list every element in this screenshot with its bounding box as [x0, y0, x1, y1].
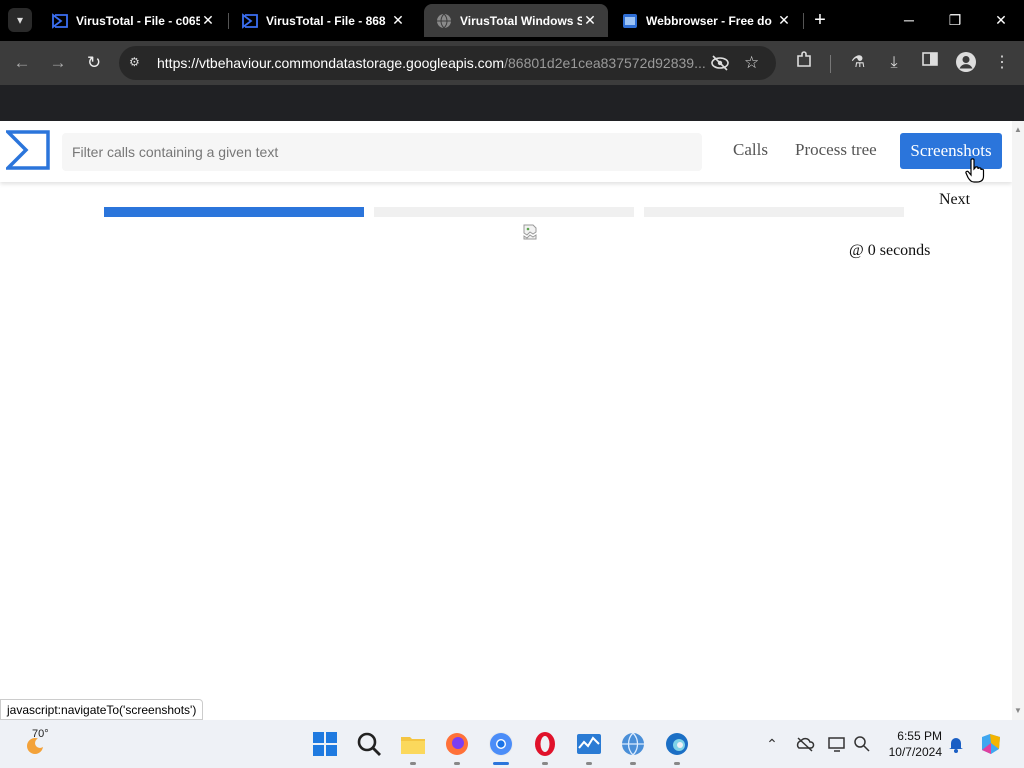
display-icon[interactable]	[827, 734, 847, 754]
globe-icon	[437, 13, 451, 28]
clock-date: 10/7/2024	[888, 745, 942, 759]
onedrive-offline-icon[interactable]	[795, 734, 815, 754]
site-settings-icon[interactable]: ⚙	[129, 55, 145, 71]
tab-close-icon[interactable]: ✕	[776, 12, 792, 29]
firefox-icon[interactable]	[443, 730, 471, 758]
webbrowser-favicon	[623, 13, 637, 28]
tab-close-icon[interactable]: ✕	[582, 12, 598, 29]
virustotal-icon	[242, 12, 258, 29]
tab-title: VirusTotal - File - 868	[266, 13, 386, 28]
nav-process-tree[interactable]: Process tree	[795, 140, 877, 160]
screenshot-timestamp: @ 0 seconds	[849, 242, 931, 259]
broken-image-icon	[523, 224, 537, 240]
windows-start-icon[interactable]	[311, 730, 339, 758]
screenshot-progress-1[interactable]	[104, 207, 364, 217]
windows-taskbar: 70° ⌃ 6:55 PM 10/7/2024	[0, 720, 1024, 768]
vt-header: Calls Process tree Screenshots	[0, 121, 1012, 183]
notification-bell-icon[interactable]	[946, 734, 966, 754]
tab-close-icon[interactable]: ✕	[200, 12, 216, 29]
tab-virustotal-file-2[interactable]: VirusTotal - File - 868 ✕	[230, 4, 416, 37]
running-indicator	[586, 762, 592, 765]
tab-search-button[interactable]: ▾	[8, 8, 32, 32]
running-indicator	[630, 762, 636, 765]
opera-icon[interactable]	[531, 730, 559, 758]
weather-temperature: 70°	[32, 728, 49, 740]
hand-pointer-cursor-icon	[965, 158, 985, 183]
toolbar-band	[0, 85, 1024, 121]
virustotal-logo[interactable]	[6, 130, 50, 170]
tab-close-icon[interactable]: ✕	[390, 12, 406, 29]
new-tab-button[interactable]: +	[810, 8, 830, 32]
chrome-icon[interactable]	[487, 730, 515, 758]
profile-avatar-icon[interactable]	[954, 51, 978, 75]
tab-title: Webbrowser - Free do	[646, 13, 772, 28]
running-indicator	[542, 762, 548, 765]
back-arrow-icon[interactable]: ←	[10, 51, 34, 75]
running-indicator	[454, 762, 460, 765]
reload-icon[interactable]: ↻	[82, 51, 106, 75]
url-text[interactable]: https://vtbehaviour.commondatastorage.go…	[157, 55, 712, 71]
tab-title: VirusTotal Windows S	[460, 13, 582, 28]
screenshot-progress-3[interactable]	[644, 207, 904, 217]
toolbar-divider	[830, 55, 831, 73]
browser-menu-icon[interactable]: ⋮	[990, 51, 1014, 75]
tab-separator	[228, 13, 229, 29]
show-hidden-icons-chevron-icon[interactable]: ⌃	[762, 734, 782, 754]
extensions-icon[interactable]	[792, 51, 816, 75]
next-link[interactable]: Next	[939, 191, 970, 209]
edge-dev-icon[interactable]	[663, 730, 691, 758]
tab-strip: ▾ VirusTotal - File - c065 ✕ VirusTotal …	[0, 0, 1024, 41]
page-scrollbar[interactable]: ▲ ▼	[1012, 121, 1024, 720]
side-panel-icon[interactable]	[918, 51, 942, 75]
scroll-up-arrow-icon[interactable]: ▲	[1014, 125, 1022, 134]
link-status-bar: javascript:navigateTo('screenshots')	[0, 699, 204, 720]
browser-toolbar: ← → ↻ ⚙ https://vtbehaviour.commondatast…	[0, 41, 1024, 85]
running-indicator	[674, 762, 680, 765]
network-status-icon[interactable]	[852, 734, 872, 754]
screenshot-progress-2[interactable]	[374, 207, 634, 217]
clock-time: 6:55 PM	[897, 729, 942, 743]
page-viewport: Calls Process tree Screenshots Next @ 0 …	[0, 121, 1012, 720]
running-indicator	[410, 762, 416, 765]
virustotal-icon	[52, 12, 68, 29]
task-manager-icon[interactable]	[575, 730, 603, 758]
restore-button[interactable]: ❐	[940, 6, 970, 34]
nav-screenshots[interactable]: Screenshots	[900, 133, 1002, 169]
tab-virustotal-file-1[interactable]: VirusTotal - File - c065 ✕	[40, 4, 226, 37]
network-globe-icon[interactable]	[619, 730, 647, 758]
eye-slash-icon[interactable]	[710, 54, 730, 72]
tab-webbrowser[interactable]: Webbrowser - Free do ✕	[610, 4, 802, 37]
copilot-icon[interactable]	[978, 731, 1004, 757]
filter-calls-input[interactable]	[62, 133, 702, 171]
address-bar[interactable]: ⚙ https://vtbehaviour.commondatastorage.…	[119, 46, 776, 80]
scroll-down-arrow-icon[interactable]: ▼	[1014, 706, 1022, 715]
bookmark-star-icon[interactable]: ☆	[744, 53, 759, 73]
forward-arrow-icon[interactable]: →	[46, 51, 70, 75]
close-window-button[interactable]: ✕	[986, 6, 1016, 34]
search-icon[interactable]	[355, 730, 383, 758]
nav-calls[interactable]: Calls	[733, 140, 768, 160]
clock[interactable]: 6:55 PM 10/7/2024	[882, 728, 942, 760]
tab-title: VirusTotal - File - c065	[76, 13, 200, 28]
download-icon[interactable]: ⤓	[882, 51, 906, 75]
tab-separator	[803, 13, 804, 29]
file-explorer-icon[interactable]	[399, 730, 427, 758]
minimize-button[interactable]: ─	[894, 6, 924, 34]
labs-flask-icon[interactable]: ⚗	[846, 51, 870, 75]
tab-virustotal-windows[interactable]: VirusTotal Windows S ✕	[424, 4, 608, 37]
active-indicator	[493, 762, 509, 765]
